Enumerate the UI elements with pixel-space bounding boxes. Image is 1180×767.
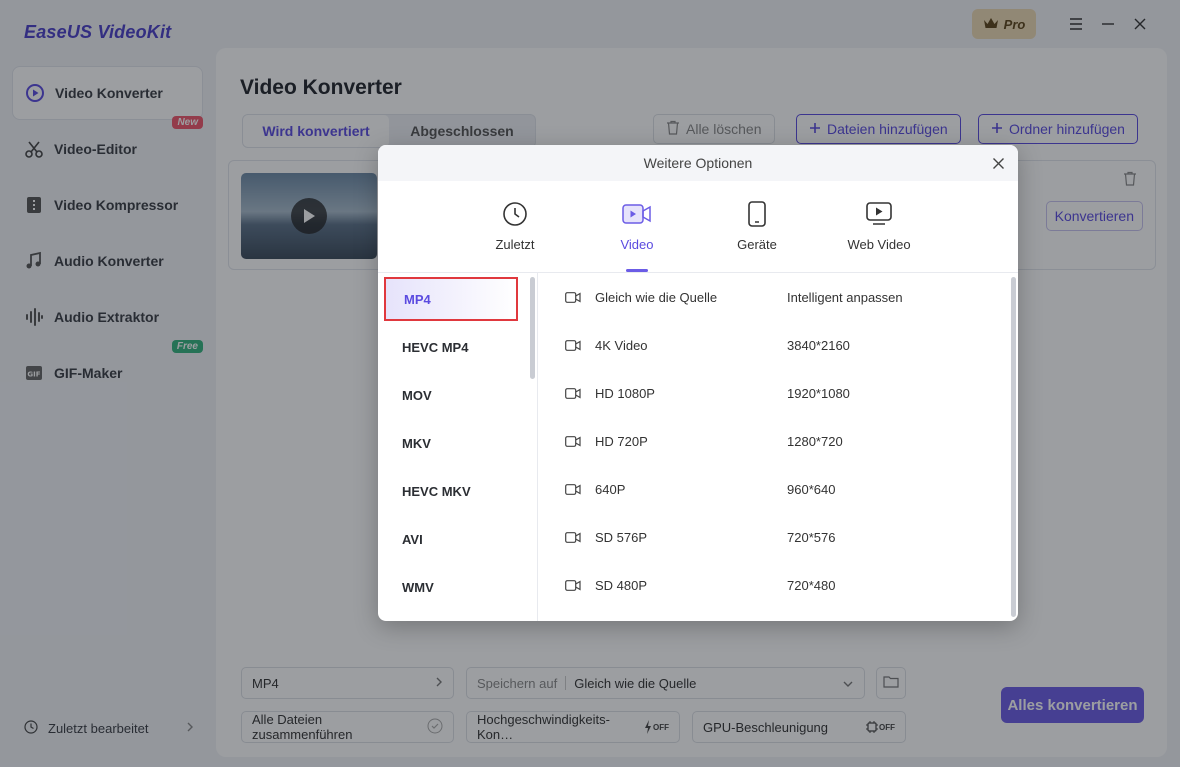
preset-item[interactable]: SD 480P 720*480	[539, 563, 1009, 607]
tab-label: Zuletzt	[495, 237, 535, 252]
web-video-icon	[864, 199, 894, 229]
preset-name: SD 576P	[595, 529, 648, 545]
video-camera-icon	[565, 483, 581, 498]
tab-video[interactable]: Video	[592, 199, 682, 252]
preset-resolution: 1920*1080	[787, 385, 850, 401]
tab-zuletzt[interactable]: Zuletzt	[470, 199, 560, 252]
format-list-scrollbar[interactable]	[530, 277, 535, 379]
preset-list: Gleich wie die Quelle Intelligent anpass…	[539, 273, 1018, 621]
preset-resolution: 3840*2160	[787, 337, 850, 353]
preset-item[interactable]: HD 1080P 1920*1080	[539, 371, 1009, 415]
video-camera-icon	[565, 579, 581, 594]
close-icon[interactable]	[988, 153, 1008, 173]
format-item-hevc-mp4[interactable]: HEVC MP4	[384, 325, 518, 369]
preset-name: 640P	[595, 481, 626, 497]
tab-label: Geräte	[737, 237, 777, 252]
preset-name: HD 1080P	[595, 385, 655, 401]
video-camera-icon	[565, 387, 581, 402]
preset-name: Gleich wie die Quelle	[595, 289, 718, 305]
video-camera-icon	[565, 339, 581, 354]
preset-list-scrollbar[interactable]	[1011, 277, 1016, 617]
preset-resolution: Intelligent anpassen	[787, 289, 903, 305]
video-icon	[622, 199, 652, 229]
video-camera-icon	[565, 435, 581, 450]
preset-item[interactable]: 4K Video 3840*2160	[539, 323, 1009, 367]
tab-label: Video	[620, 237, 654, 252]
tab-web-video[interactable]: Web Video	[834, 199, 924, 252]
video-camera-icon	[565, 531, 581, 546]
format-item-hevc-mkv[interactable]: HEVC MKV	[384, 469, 518, 513]
tab-label: Web Video	[847, 237, 911, 252]
preset-name: HD 720P	[595, 433, 648, 449]
preset-resolution: 1280*720	[787, 433, 843, 449]
clock-icon	[500, 199, 530, 229]
preset-resolution: 720*480	[787, 577, 836, 593]
format-item-mov[interactable]: MOV	[384, 373, 518, 417]
phone-icon	[742, 199, 772, 229]
preset-name: 4K Video	[595, 337, 648, 353]
tab-geraete[interactable]: Geräte	[712, 199, 802, 252]
preset-item[interactable]: HD 720P 1280*720	[539, 419, 1009, 463]
preset-resolution: 960*640	[787, 481, 836, 497]
dialog-header: Weitere Optionen	[378, 145, 1018, 181]
format-list: MP4 HEVC MP4 MOV MKV HEVC MKV AVI WMV	[378, 273, 538, 621]
category-tabs: Zuletzt Video Geräte Web Video	[378, 181, 1018, 273]
preset-item[interactable]: Gleich wie die Quelle Intelligent anpass…	[539, 275, 1009, 319]
preset-item[interactable]: 640P 960*640	[539, 467, 1009, 511]
more-options-dialog: Weitere Optionen Zuletzt Video Geräte We…	[378, 145, 1018, 621]
video-camera-icon	[565, 291, 581, 306]
preset-resolution: 720*576	[787, 529, 836, 545]
format-item-wmv[interactable]: WMV	[384, 565, 518, 609]
preset-item[interactable]: SD 576P 720*576	[539, 515, 1009, 559]
active-tab-indicator	[626, 269, 648, 272]
format-item-mp4[interactable]: MP4	[384, 277, 518, 321]
preset-name: SD 480P	[595, 577, 648, 593]
dialog-title: Weitere Optionen	[643, 155, 753, 171]
format-item-mkv[interactable]: MKV	[384, 421, 518, 465]
format-item-avi[interactable]: AVI	[384, 517, 518, 561]
